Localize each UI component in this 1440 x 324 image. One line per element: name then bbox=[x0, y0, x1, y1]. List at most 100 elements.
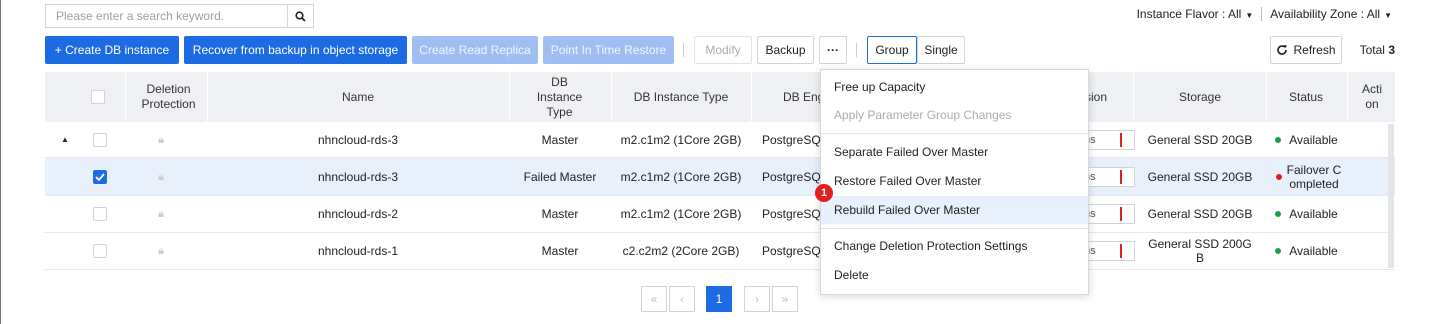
page-1-button[interactable]: 1 bbox=[706, 286, 732, 312]
status-badge: Failover C ompleted bbox=[1271, 158, 1347, 195]
single-view-button[interactable]: Single bbox=[917, 36, 965, 64]
divider bbox=[1261, 7, 1263, 21]
header-divider bbox=[125, 72, 126, 122]
storage: General SSD 20GB bbox=[1147, 132, 1253, 147]
search-input[interactable] bbox=[46, 5, 287, 27]
version-bar bbox=[1120, 132, 1122, 147]
table-row[interactable]: 🔒︎ nhncloud-rds-3 Failed Master m2.c1m2 … bbox=[45, 158, 1395, 196]
select-all-checkbox[interactable] bbox=[90, 90, 105, 104]
status-badge: Available bbox=[1269, 233, 1344, 269]
refresh-label: Refresh bbox=[1293, 43, 1336, 57]
refresh-button[interactable]: Refresh bbox=[1270, 36, 1342, 64]
menu-item-change-deletion-protection[interactable]: Change Deletion Protection Settings bbox=[821, 232, 1088, 260]
table-row[interactable]: 🔒︎ nhncloud-rds-1 Master c2.c2m2 (2Core … bbox=[45, 233, 1395, 270]
recover-from-backup-button[interactable]: Recover from backup in object storage bbox=[184, 36, 407, 64]
status-text: Available bbox=[1289, 132, 1338, 147]
point-in-time-restore-button[interactable]: Point In Time Restore bbox=[543, 36, 674, 64]
search-button[interactable] bbox=[287, 5, 313, 27]
table-header: Deletion Protection Name DB Instance Typ… bbox=[45, 72, 1395, 122]
header-db-instance-role: DB Instance Type bbox=[536, 74, 583, 119]
last-page-button[interactable]: » bbox=[772, 286, 798, 312]
total-value: 3 bbox=[1388, 43, 1395, 57]
menu-item-restore-failed-over[interactable]: Restore Failed Over Master bbox=[821, 167, 1088, 195]
step-badge: 1 bbox=[815, 184, 833, 202]
collapse-icon[interactable]: ▲ bbox=[55, 122, 75, 157]
lock-icon: 🔒︎ bbox=[158, 245, 164, 257]
total-count: Total 3 bbox=[1360, 43, 1395, 57]
create-read-replica-button[interactable]: Create Read Replica bbox=[412, 36, 538, 64]
instance-type: m2.c1m2 (1Core 2GB) bbox=[620, 207, 742, 221]
next-page-button[interactable]: › bbox=[744, 286, 770, 312]
menu-item-free-up-capacity[interactable]: Free up Capacity bbox=[821, 73, 1088, 101]
select-all-cell bbox=[80, 72, 115, 122]
instance-flavor-label: Instance Flavor : All bbox=[1136, 7, 1242, 21]
toolbar-divider bbox=[856, 43, 857, 57]
row-checkbox[interactable] bbox=[93, 244, 107, 258]
first-page-button[interactable]: « bbox=[641, 286, 667, 312]
header-divider bbox=[509, 72, 510, 122]
version-bar bbox=[1120, 169, 1122, 184]
search-icon bbox=[295, 10, 306, 22]
modify-button[interactable]: Modify bbox=[694, 36, 752, 64]
instance-name[interactable]: nhncloud-rds-2 bbox=[208, 196, 508, 232]
menu-divider bbox=[821, 228, 1088, 229]
header-name[interactable]: Name bbox=[208, 72, 508, 122]
version-bar bbox=[1120, 207, 1122, 221]
header-status: Status bbox=[1288, 89, 1324, 104]
menu-item-apply-parameter-group[interactable]: Apply Parameter Group Changes bbox=[821, 101, 1088, 129]
prev-page-button[interactable]: ‹ bbox=[669, 286, 695, 312]
header-divider bbox=[751, 72, 752, 122]
instance-name[interactable]: nhncloud-rds-3 bbox=[208, 158, 508, 195]
header-divider bbox=[1266, 72, 1267, 122]
header-version: sion bbox=[1085, 89, 1108, 104]
menu-item-rebuild-failed-over[interactable]: Rebuild Failed Over Master bbox=[821, 196, 1088, 224]
db-engine: PostgreSQ bbox=[762, 132, 821, 147]
table-scrollbar[interactable] bbox=[1388, 124, 1394, 268]
refresh-icon bbox=[1277, 45, 1288, 55]
menu-item-delete[interactable]: Delete bbox=[821, 261, 1088, 289]
instance-type: m2.c1m2 (1Core 2GB) bbox=[620, 169, 742, 184]
instance-type: m2.c1m2 (1Core 2GB) bbox=[620, 132, 742, 147]
storage: General SSD 20GB bbox=[1147, 207, 1253, 221]
lock-icon: 🔒︎ bbox=[158, 170, 164, 183]
table-row[interactable]: 🔒︎ nhncloud-rds-2 Master m2.c1m2 (1Core … bbox=[45, 196, 1395, 233]
status-text: Available bbox=[1289, 207, 1338, 221]
availability-zone-label: Availability Zone : All bbox=[1270, 7, 1381, 21]
instance-name[interactable]: nhncloud-rds-3 bbox=[208, 122, 508, 157]
lock-icon: 🔒︎ bbox=[158, 208, 164, 220]
chevron-down-icon: ▼ bbox=[1245, 11, 1254, 20]
header-divider bbox=[1133, 72, 1134, 122]
status-dot bbox=[1275, 136, 1282, 143]
status-text: Failover C ompleted bbox=[1286, 162, 1342, 191]
row-checkbox[interactable] bbox=[93, 132, 107, 147]
status-dot bbox=[1275, 211, 1282, 217]
header-storage: Storage bbox=[1178, 89, 1222, 104]
header-db-instance-type: DB Instance Type bbox=[633, 89, 729, 104]
header-divider bbox=[611, 72, 612, 122]
search-box bbox=[45, 4, 314, 28]
header-divider bbox=[207, 72, 208, 122]
instance-role: Master bbox=[541, 207, 579, 221]
group-view-button[interactable]: Group bbox=[867, 36, 917, 64]
status-badge: Available bbox=[1269, 196, 1344, 232]
instance-flavor-filter[interactable]: Instance Flavor : All ▼ bbox=[1137, 7, 1254, 21]
table-row[interactable]: ▲ 🔒︎ nhncloud-rds-3 Master m2.c1m2 (1Cor… bbox=[45, 122, 1395, 158]
backup-button[interactable]: Backup bbox=[757, 36, 814, 64]
instance-name[interactable]: nhncloud-rds-1 bbox=[208, 233, 508, 269]
filter-bar: Instance Flavor : All ▼ Availability Zone… bbox=[1137, 7, 1392, 21]
more-actions-button[interactable]: ··· bbox=[819, 36, 847, 64]
menu-divider bbox=[821, 133, 1088, 134]
instance-role: Master bbox=[541, 132, 579, 147]
check-icon bbox=[95, 172, 105, 181]
row-checkbox[interactable] bbox=[93, 207, 107, 221]
header-action: Acti on bbox=[1361, 82, 1382, 111]
menu-item-separate-failed-over[interactable]: Separate Failed Over Master bbox=[821, 138, 1088, 166]
availability-zone-filter[interactable]: Availability Zone : All ▼ bbox=[1270, 7, 1392, 21]
header-deletion-protection: Deletion Protection bbox=[141, 82, 196, 111]
create-db-instance-button[interactable]: + Create DB instance bbox=[45, 36, 179, 64]
chevron-down-icon: ▼ bbox=[1384, 11, 1392, 20]
status-dot bbox=[1275, 248, 1282, 254]
row-checkbox[interactable] bbox=[93, 169, 107, 184]
instance-role: Master bbox=[541, 244, 579, 258]
version-bar bbox=[1120, 244, 1122, 258]
